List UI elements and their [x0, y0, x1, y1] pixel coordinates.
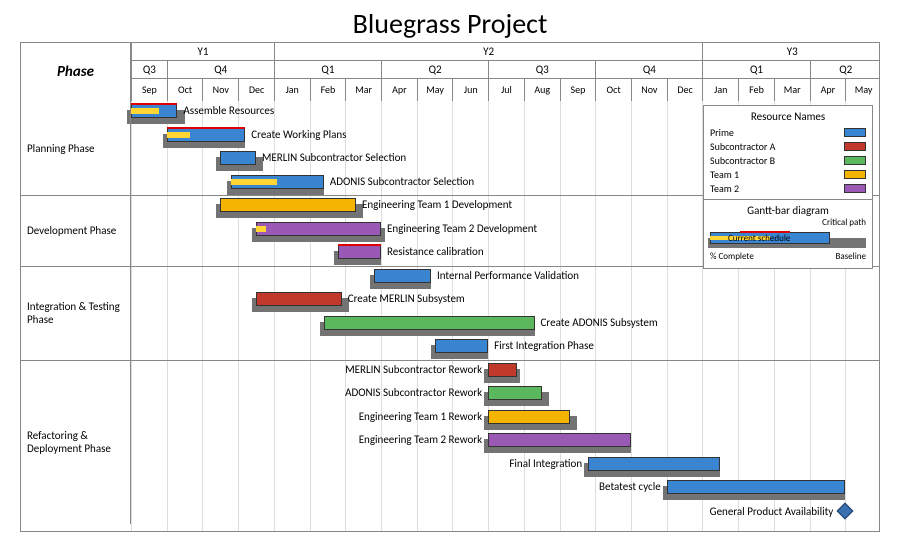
month-label: May	[845, 79, 881, 101]
quarter-label: Q1	[274, 61, 381, 78]
month-label: Dec	[238, 79, 274, 101]
task-bar: Engineering Team 1 Development	[220, 198, 356, 218]
legend-swatch	[844, 184, 866, 193]
time-header: Y1Y2Y3 Q3Q4Q1Q2Q3Q4Q1Q2 SepOctNovDecJanF…	[131, 43, 879, 101]
milestone-label: General Product Availability	[710, 505, 834, 519]
legend-resource-row: Subcontractor B	[710, 153, 866, 167]
task-bar: Resistance calibration	[338, 245, 381, 265]
gantt-chart: Bluegrass Project Phase Y1Y2Y3 Q3Q4Q1Q2Q…	[0, 0, 900, 543]
task-label: Create Working Plans	[251, 128, 346, 142]
quarter-label: Q1	[702, 61, 809, 78]
phase-label: Integration & Testing Phase	[21, 266, 131, 360]
legend-swatch	[844, 142, 866, 151]
task-bar: Engineering Team 2 Rework	[488, 433, 631, 453]
phase-label: Planning Phase	[21, 101, 131, 195]
year-label: Y2	[274, 43, 703, 60]
gantt-area: Phase Y1Y2Y3 Q3Q4Q1Q2Q3Q4Q1Q2 SepOctNovD…	[20, 42, 880, 532]
task-label: Assemble Resources	[183, 104, 274, 118]
legend-swatch	[844, 170, 866, 179]
legend-resource-row: Team 1	[710, 167, 866, 181]
task-label: Internal Performance Validation	[437, 269, 579, 283]
quarter-label: Q4	[595, 61, 702, 78]
task-bar: Assemble Resources	[131, 104, 177, 124]
legend-pct-complete: % Complete	[710, 251, 754, 262]
task-bar: Engineering Team 1 Rework	[488, 410, 570, 430]
quarter-label: Q3	[131, 61, 167, 78]
month-label: Jun	[452, 79, 488, 101]
legend-resource-row: Team 2	[710, 181, 866, 195]
task-label: Final Integration	[509, 457, 582, 471]
month-label: Mar	[345, 79, 381, 101]
task-label: ADONIS Subcontractor Selection	[330, 175, 474, 189]
legend-bar-example: Current schedule	[710, 230, 866, 250]
task-bar: Betatest cycle	[667, 480, 846, 500]
chart-title: Bluegrass Project	[0, 0, 900, 43]
quarter-label: Q4	[167, 61, 274, 78]
quarter-label: Q2	[381, 61, 488, 78]
legend-diagram-title: Gantt-bar diagram	[710, 204, 866, 217]
task-label: ADONIS Subcontractor Rework	[345, 386, 482, 400]
task-bar: Create ADONIS Subsystem	[324, 316, 535, 336]
month-label: Sep	[560, 79, 596, 101]
task-label: MERLIN Subcontractor Rework	[345, 363, 482, 377]
task-bar: Internal Performance Validation	[374, 269, 431, 289]
phase-label: Development Phase	[21, 195, 131, 266]
year-label: Y1	[131, 43, 274, 60]
month-label: Sep	[131, 79, 167, 101]
month-label: Oct	[167, 79, 203, 101]
legend-title: Resource Names	[710, 110, 866, 123]
task-bar: Engineering Team 2 Development	[256, 222, 381, 242]
month-label: Oct	[595, 79, 631, 101]
month-label: Nov	[202, 79, 238, 101]
month-label: Feb	[738, 79, 774, 101]
month-label: Feb	[310, 79, 346, 101]
month-label: Nov	[631, 79, 667, 101]
legend-swatch	[844, 156, 866, 165]
task-label: Resistance calibration	[387, 245, 484, 259]
task-label: MERLIN Subcontractor Selection	[262, 151, 406, 165]
task-label: Create ADONIS Subsystem	[541, 316, 658, 330]
month-label: Mar	[774, 79, 810, 101]
task-bar: ADONIS Subcontractor Rework	[488, 386, 542, 406]
task-label: Engineering Team 2 Development	[387, 222, 537, 236]
task-bar: MERLIN Subcontractor Rework	[488, 363, 517, 383]
task-label: Engineering Team 1 Development	[362, 198, 512, 212]
month-label: Jul	[488, 79, 524, 101]
quarter-label: Q3	[488, 61, 595, 78]
month-label: May	[417, 79, 453, 101]
task-label: Create MERLIN Subsystem	[348, 292, 465, 306]
month-label: Apr	[381, 79, 417, 101]
task-bar: First Integration Phase	[435, 339, 489, 359]
month-label: Jan	[274, 79, 310, 101]
phase-column-header: Phase	[21, 43, 131, 101]
task-label: Engineering Team 2 Rework	[359, 433, 482, 447]
year-label: Y3	[702, 43, 881, 60]
phase-label: Refactoring & Deployment Phase	[21, 360, 131, 525]
legend-critical-path: Critical path	[710, 217, 866, 228]
month-label: Apr	[810, 79, 846, 101]
task-bar: Create MERLIN Subsystem	[256, 292, 342, 312]
task-bar: MERLIN Subcontractor Selection	[220, 151, 256, 171]
task-label: First Integration Phase	[494, 339, 594, 353]
task-label: Betatest cycle	[599, 480, 661, 494]
milestone-diamond	[837, 502, 854, 519]
task-bar: Final Integration	[588, 457, 720, 477]
month-label: Jan	[702, 79, 738, 101]
legend: Resource Names PrimeSubcontractor ASubco…	[703, 105, 873, 269]
legend-resource-row: Prime	[710, 125, 866, 139]
task-bar: Create Working Plans	[167, 128, 246, 148]
task-bar: ADONIS Subcontractor Selection	[231, 175, 324, 195]
month-label: Dec	[667, 79, 703, 101]
legend-swatch	[844, 128, 866, 137]
legend-resource-row: Subcontractor A	[710, 139, 866, 153]
month-label: Aug	[524, 79, 560, 101]
legend-baseline: Baseline	[835, 251, 866, 262]
quarter-label: Q2	[810, 61, 881, 78]
task-label: Engineering Team 1 Rework	[359, 410, 482, 424]
